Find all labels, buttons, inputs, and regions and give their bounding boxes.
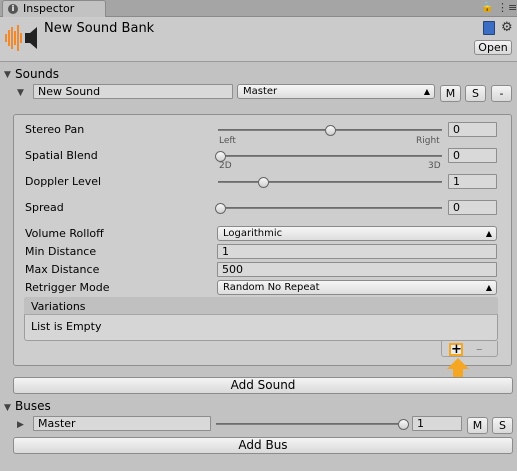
retrigger-mode-dropdown[interactable]: Random No Repeat ▲: [217, 280, 497, 295]
bus-mute-button[interactable]: M: [467, 417, 488, 434]
bus-foldout-arrow-icon[interactable]: ▶: [17, 420, 24, 430]
add-bus-button[interactable]: Add Bus: [13, 437, 513, 454]
help-book-icon[interactable]: [483, 21, 495, 35]
stereo-pan-value-field[interactable]: 0: [448, 122, 497, 137]
spread-label: Spread: [25, 201, 64, 214]
bus-volume-track[interactable]: [216, 423, 406, 425]
tab-label: Inspector: [23, 2, 75, 15]
bus-select-dropdown[interactable]: Master ▲: [237, 84, 435, 99]
asset-title: New Sound Bank: [44, 21, 155, 36]
sound-foldout-arrow-icon[interactable]: ▼: [17, 88, 24, 98]
mute-button[interactable]: M: [440, 85, 461, 102]
stereo-pan-min-label: Left: [219, 136, 236, 146]
volume-rolloff-label: Volume Rolloff: [25, 227, 104, 240]
min-distance-label: Min Distance: [25, 245, 97, 258]
dropdown-arrow-icon: ▲: [423, 87, 430, 96]
bus-name-field[interactable]: Master: [33, 416, 211, 431]
variations-empty-text: List is Empty: [31, 320, 102, 333]
dropdown-arrow-icon: ▲: [485, 229, 492, 238]
add-sound-button[interactable]: Add Sound: [13, 377, 513, 394]
spatial-blend-min-label: 2D: [219, 161, 232, 171]
spatial-blend-track[interactable]: [218, 155, 442, 157]
bus-select-value: Master: [243, 86, 278, 97]
stereo-pan-label: Stereo Pan: [25, 123, 85, 136]
spatial-blend-label: Spatial Blend: [25, 149, 98, 162]
lock-icon[interactable]: 🔒: [481, 2, 493, 13]
spatial-blend-max-label: 3D: [428, 161, 441, 171]
stereo-pan-slider-handle[interactable]: [325, 125, 336, 136]
bus-volume-value-field[interactable]: 1: [412, 416, 462, 431]
buses-section-label[interactable]: Buses: [15, 399, 51, 413]
sound-bank-icon: [5, 25, 37, 51]
tab-inspector[interactable]: i Inspector: [2, 0, 106, 17]
max-distance-label: Max Distance: [25, 263, 100, 276]
menu-icon[interactable]: ⋮≡: [497, 1, 517, 14]
spread-slider-handle[interactable]: [215, 203, 226, 214]
spread-track[interactable]: [218, 207, 442, 209]
buses-foldout-arrow-icon[interactable]: ▼: [4, 403, 11, 413]
sound-name-field[interactable]: New Sound: [33, 84, 233, 99]
volume-rolloff-value: Logarithmic: [223, 228, 283, 239]
plus-icon[interactable]: +: [449, 343, 463, 356]
doppler-level-slider-handle[interactable]: [258, 177, 269, 188]
retrigger-mode-value: Random No Repeat: [223, 282, 320, 293]
max-distance-field[interactable]: 500: [217, 262, 497, 277]
minus-icon[interactable]: –: [476, 342, 483, 357]
sounds-section-label[interactable]: Sounds: [15, 67, 59, 81]
gear-icon[interactable]: ⚙: [501, 20, 513, 35]
info-icon: i: [8, 4, 18, 14]
stereo-pan-max-label: Right: [416, 136, 440, 146]
remove-sound-button[interactable]: -: [491, 85, 512, 102]
variations-header: [24, 297, 498, 315]
min-distance-field[interactable]: 1: [217, 244, 497, 259]
doppler-level-label: Doppler Level: [25, 175, 102, 188]
dropdown-arrow-icon: ▲: [485, 283, 492, 292]
volume-rolloff-dropdown[interactable]: Logarithmic ▲: [217, 226, 497, 241]
spatial-blend-value-field[interactable]: 0: [448, 148, 497, 163]
solo-button[interactable]: S: [465, 85, 486, 102]
open-button[interactable]: Open: [474, 40, 512, 55]
bus-solo-button[interactable]: S: [492, 417, 513, 434]
doppler-level-track[interactable]: [218, 181, 442, 183]
bus-volume-slider-handle[interactable]: [398, 419, 409, 430]
retrigger-mode-label: Retrigger Mode: [25, 281, 110, 294]
doppler-level-value-field[interactable]: 1: [448, 174, 497, 189]
spread-value-field[interactable]: 0: [448, 200, 497, 215]
sounds-foldout-arrow-icon[interactable]: ▼: [4, 70, 11, 80]
variations-header-label: Variations: [31, 300, 86, 313]
